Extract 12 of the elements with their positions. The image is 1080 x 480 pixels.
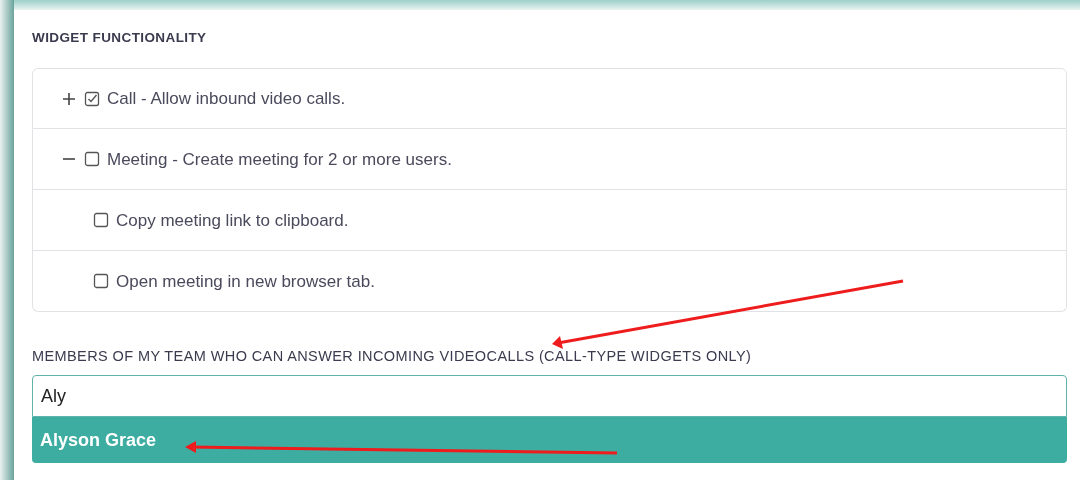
feature-label: Call - Allow inbound video calls. bbox=[107, 88, 346, 110]
feature-label: Open meeting in new browser tab. bbox=[116, 270, 375, 293]
checkbox[interactable] bbox=[84, 151, 100, 168]
feature-label: Meeting - Create meeting for 2 or more users. bbox=[107, 148, 452, 171]
checkbox[interactable] bbox=[84, 90, 100, 107]
section-title: WIDGET FUNCTIONALITY bbox=[32, 29, 208, 47]
expand-icon[interactable] bbox=[61, 90, 77, 107]
field-label: MEMBERS OF MY TEAM WHO CAN ANSWER INCOMING VIDEOCALLS (CALL-TYPE WIDGETS ONLY) bbox=[32, 347, 753, 367]
feature-label: Copy meeting link to clipboard. bbox=[116, 209, 349, 232]
input-field[interactable]: Aly bbox=[32, 375, 1067, 417]
checkbox[interactable] bbox=[93, 212, 109, 229]
checkbox[interactable] bbox=[93, 273, 109, 290]
